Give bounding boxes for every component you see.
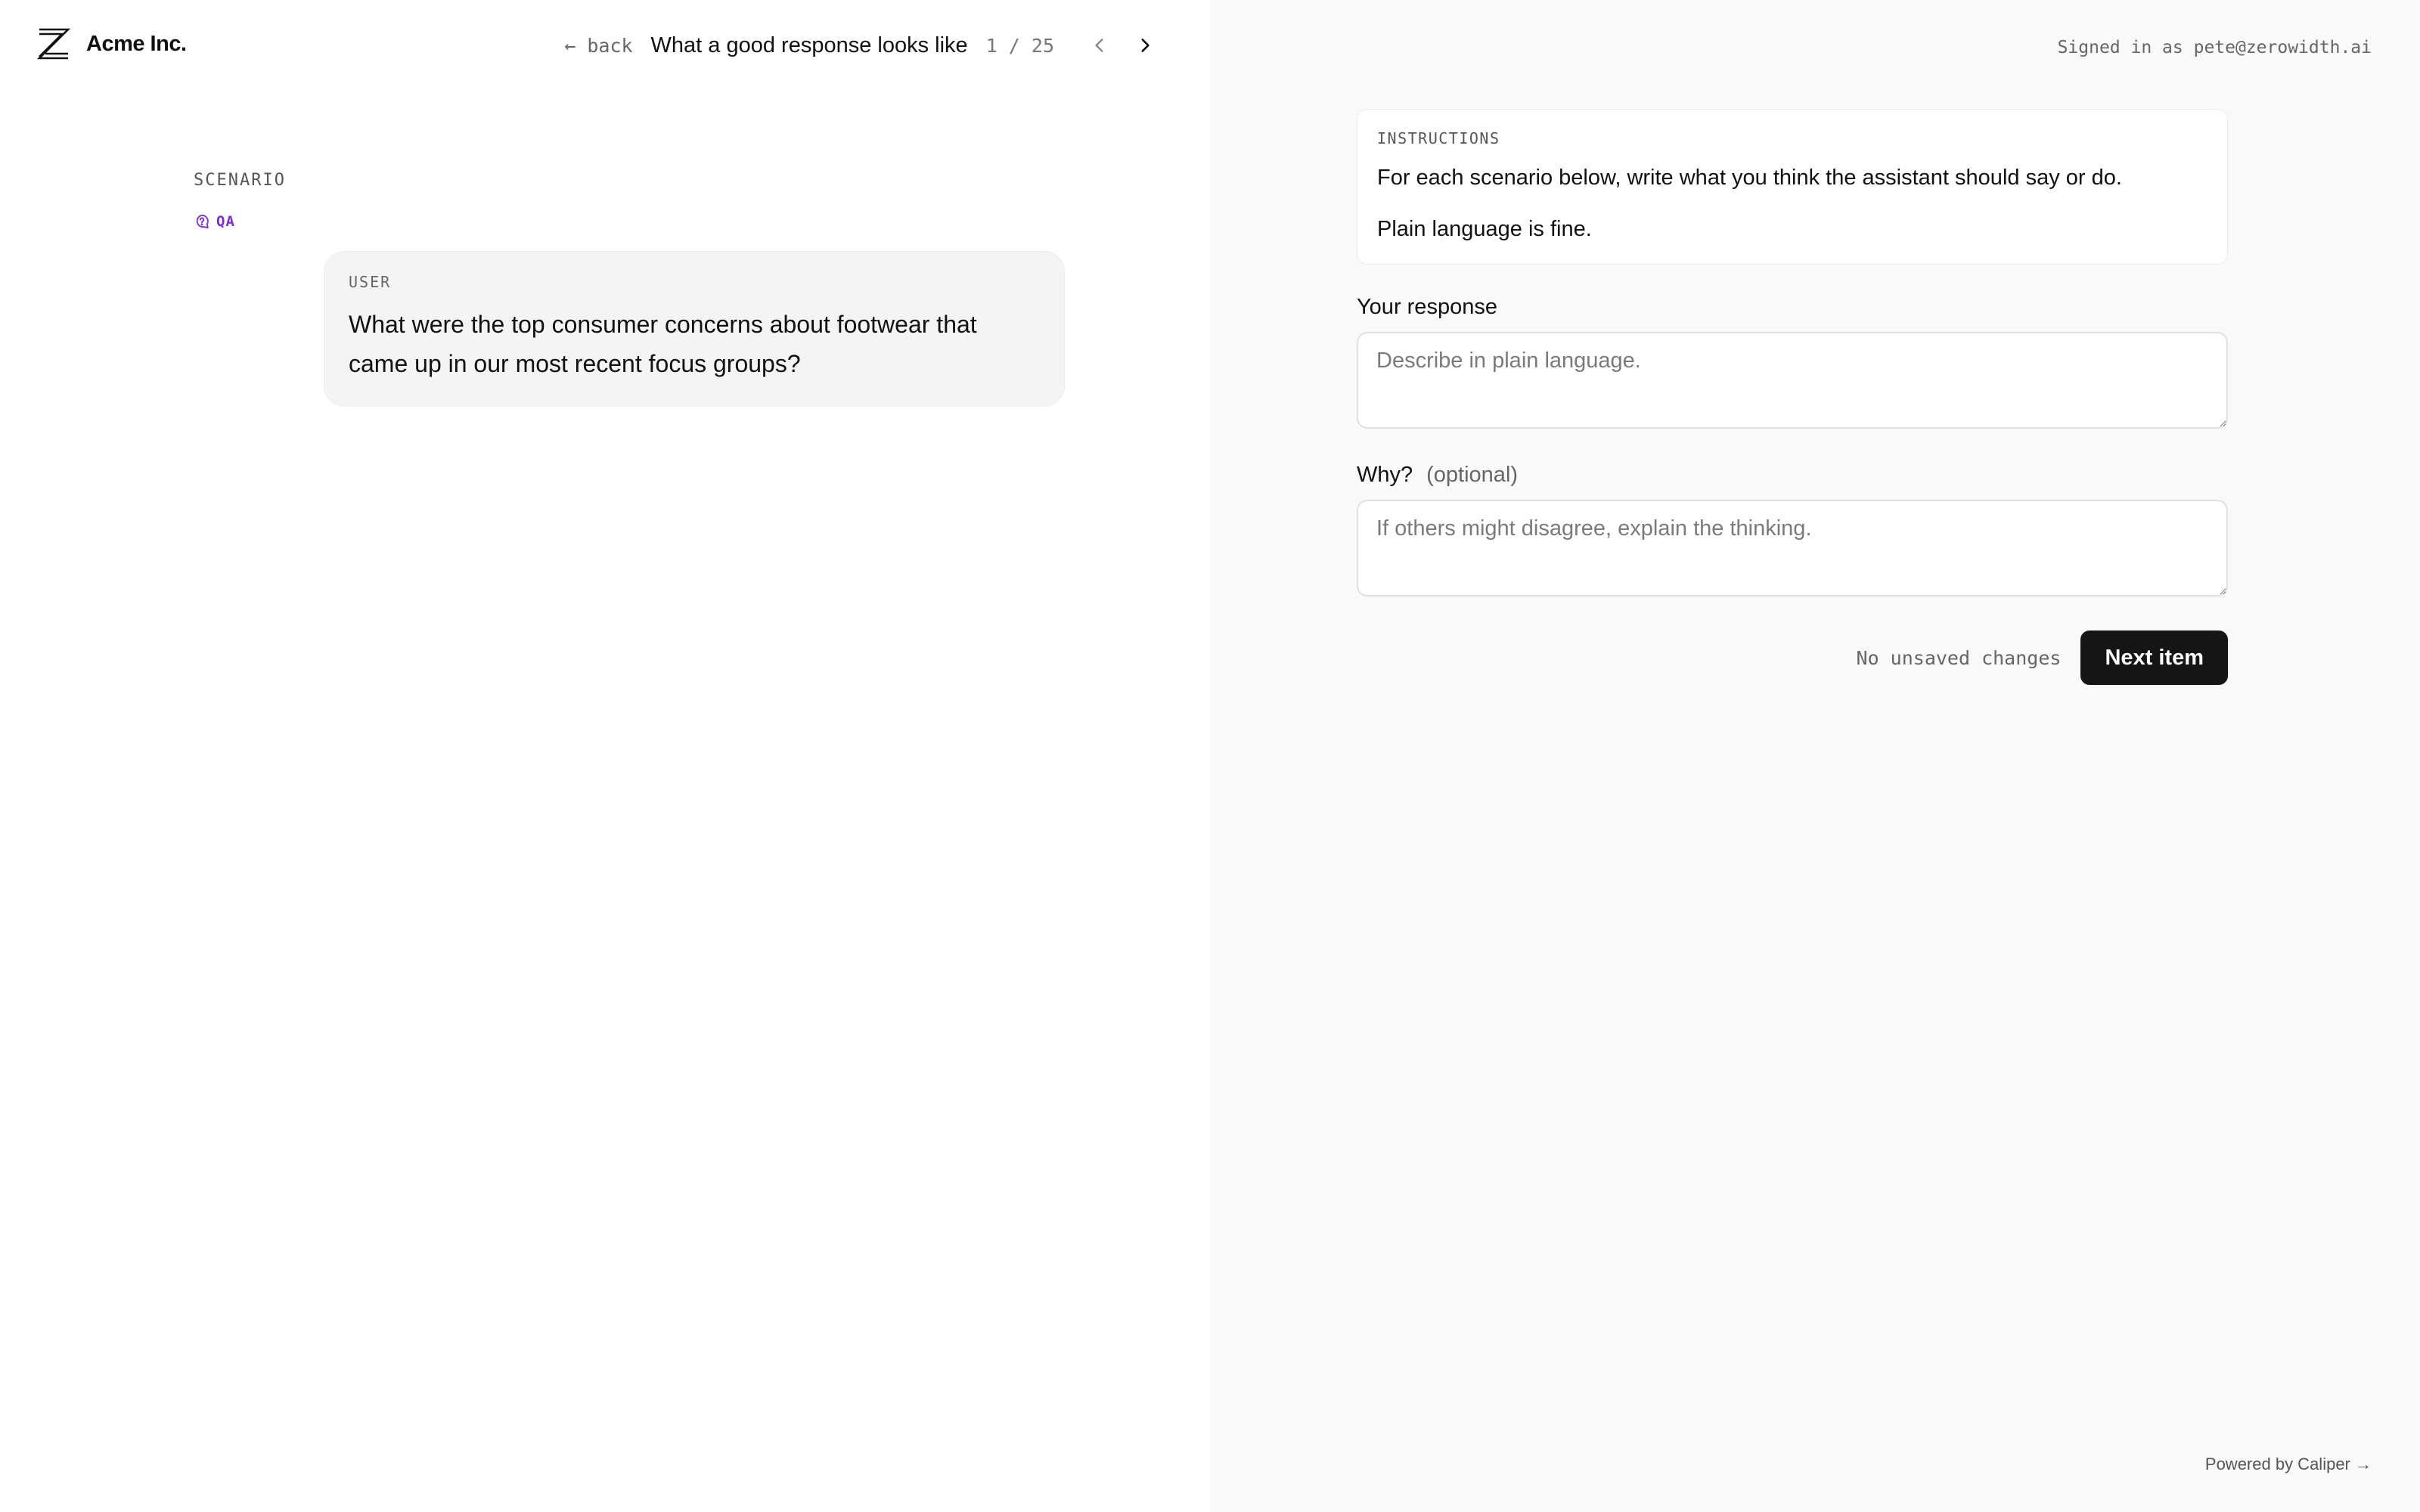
next-item-button[interactable]: Next item: [2080, 631, 2228, 685]
instructions-card: INSTRUCTIONS For each scenario below, wr…: [1357, 109, 2228, 265]
why-label-text: Why?: [1357, 463, 1413, 487]
response-form: INSTRUCTIONS For each scenario below, wr…: [1357, 109, 2228, 685]
response-label-text: Your response: [1357, 295, 1497, 319]
instructions-line: Plain language is fine.: [1377, 217, 1592, 241]
user-message: USER What were the top consumer concerns…: [324, 251, 1065, 407]
save-status: No unsaved changes: [1856, 646, 2062, 669]
message-text: What were the top consumer concerns abou…: [349, 311, 977, 377]
scenario-type-tag: QA: [194, 213, 235, 230]
optional-hint: (optional): [1426, 463, 1519, 487]
page-title: What a good response looks like: [650, 33, 968, 57]
tag-label: QA: [216, 213, 235, 230]
message-role: USER: [349, 273, 392, 291]
powered-by-link[interactable]: Powered by Caliper →: [2205, 1455, 2372, 1474]
form-actions: No unsaved changes Next item: [1357, 631, 2228, 685]
z-logo-icon: [36, 28, 71, 60]
instructions-label: INSTRUCTIONS: [1377, 129, 1500, 147]
item-navigation: ← back What a good response looks like 1…: [564, 23, 1168, 68]
signed-in-status: Signed in as pete@zerowidth.ai: [2057, 38, 2372, 57]
previous-item-button[interactable]: [1077, 23, 1122, 68]
brand[interactable]: Acme Inc.: [36, 23, 187, 65]
next-item-arrow-button[interactable]: [1122, 23, 1168, 68]
scenario-pane: Acme Inc. ← back What a good response lo…: [0, 0, 1210, 1512]
response-field-label: Your response: [1357, 295, 2228, 320]
item-counter: 1 / 25: [985, 34, 1054, 57]
brand-name: Acme Inc.: [86, 31, 187, 56]
back-link[interactable]: ← back: [564, 35, 632, 57]
why-field-label: Why? (optional): [1357, 463, 2228, 488]
chevron-left-icon: [1095, 39, 1103, 52]
instructions-line: For each scenario below, write what you …: [1377, 166, 2122, 190]
response-textarea[interactable]: [1357, 332, 2228, 429]
chat-bubble-icon: [196, 214, 209, 229]
chevron-right-icon: [1141, 39, 1150, 52]
scenario-label: SCENARIO: [194, 171, 286, 190]
why-textarea[interactable]: [1357, 500, 2228, 596]
